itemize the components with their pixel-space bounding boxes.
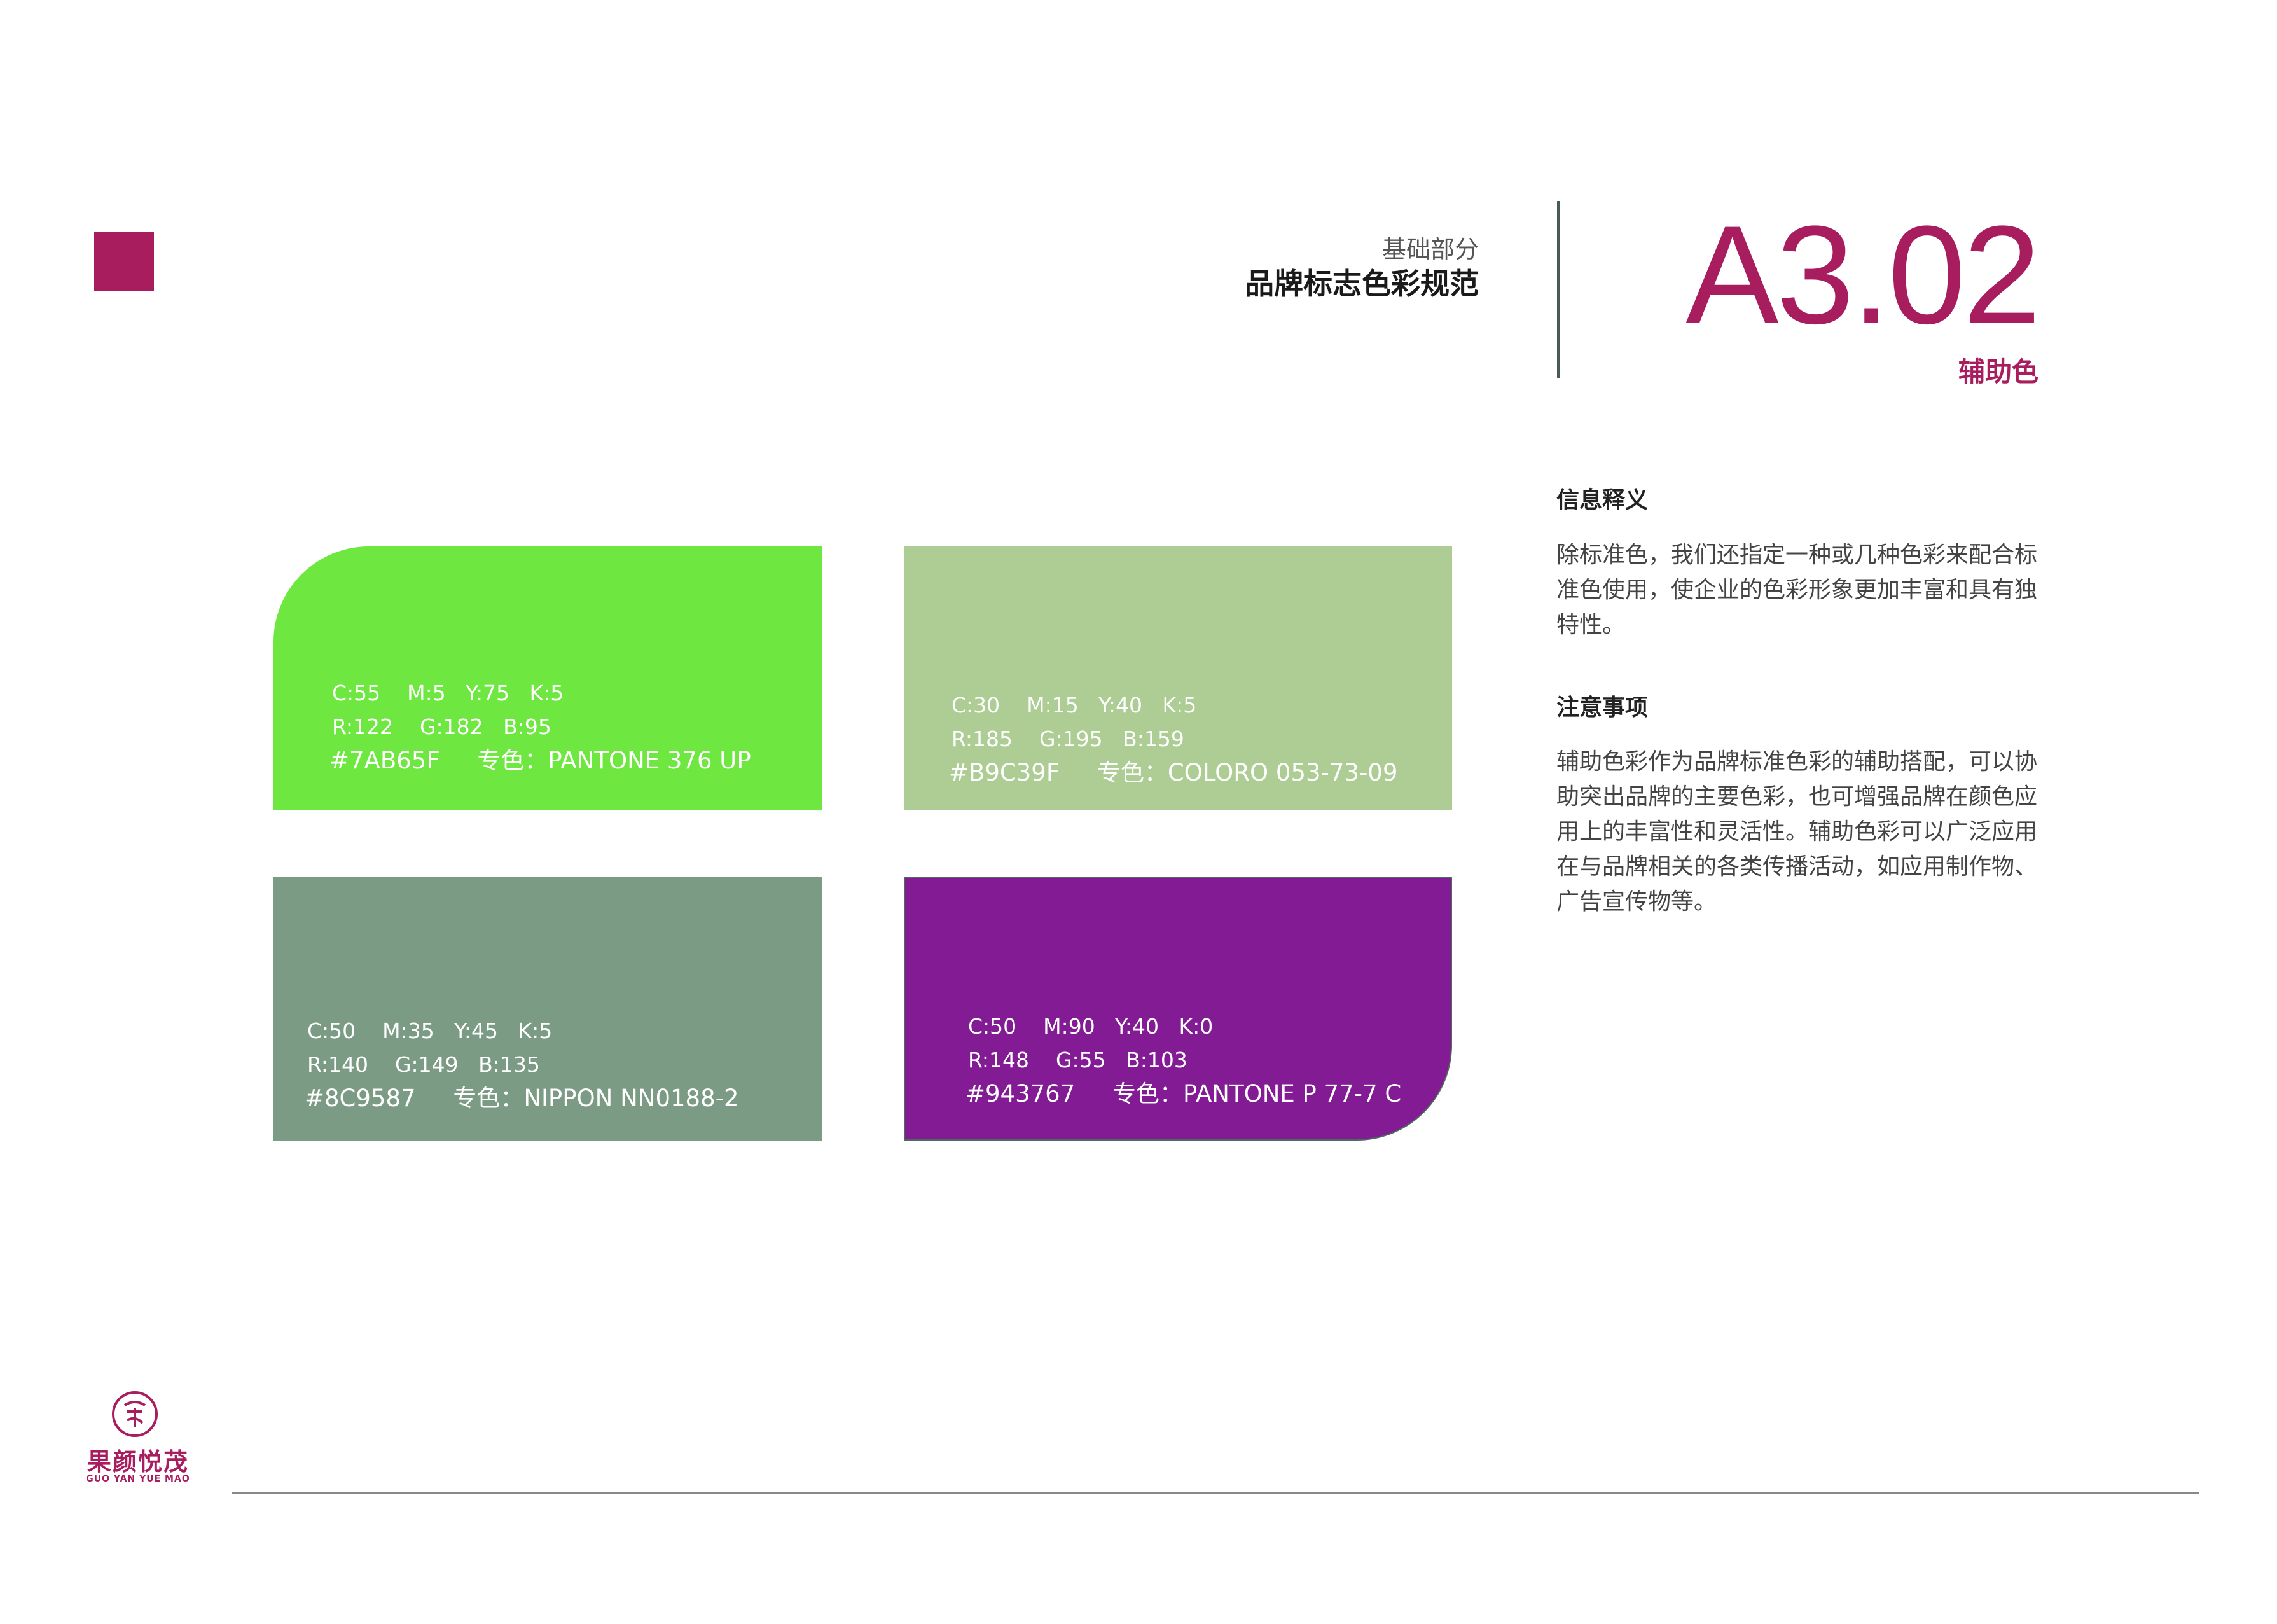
page-code: A3.02 [1685, 197, 2041, 353]
color-swatch-green: C:55 M:5 Y:75 K:5 R:122 G:182 B:95 #7AB6… [273, 546, 822, 810]
section-label: 基础部分 [1381, 235, 1479, 263]
swatch-rgb: R:148 G:55 B:103 [968, 1048, 1187, 1072]
swatch-hex-spot: #8C9587 专色：NIPPON NN0188-2 [305, 1085, 739, 1112]
info-heading-definition: 信息释义 [1556, 487, 1649, 513]
info-heading-notes: 注意事项 [1556, 695, 1649, 721]
color-swatch-sage: C:30 M:15 Y:40 K:5 R:185 G:195 B:159 #B9… [904, 546, 1452, 810]
brand-seal-icon [112, 1391, 158, 1437]
swatch-cmyk: C:50 M:90 Y:40 K:0 [968, 1014, 1214, 1039]
header-divider [1557, 201, 1560, 378]
swatch-rgb: R:122 G:182 B:95 [332, 714, 551, 739]
swatch-hex-spot: #B9C39F 专色：COLORO 053-73-09 [949, 759, 1398, 786]
corner-brand-square [94, 232, 154, 291]
swatch-hex-spot: #7AB65F 专色：PANTONE 376 UP [329, 747, 751, 774]
section-title: 品牌标志色彩规范 [1245, 267, 1479, 301]
swatch-cmyk: C:50 M:35 Y:45 K:5 [307, 1018, 553, 1043]
swatch-rgb: R:140 G:149 B:135 [307, 1052, 540, 1077]
footer-divider [232, 1492, 2199, 1494]
swatch-cmyk: C:55 M:5 Y:75 K:5 [332, 681, 564, 705]
swatch-hex-spot: #943767 专色：PANTONE P 77-7 C [965, 1080, 1402, 1107]
page-subtitle: 辅助色 [1958, 356, 2038, 387]
info-body-definition: 除标准色，我们还指定一种或几种色彩来配合标准色使用，使企业的色彩形象更加丰富和具… [1556, 542, 2038, 638]
swatch-rgb: R:185 G:195 B:159 [952, 726, 1184, 751]
brand-name-en: GUO YAN YUE MAO [86, 1474, 190, 1484]
swatch-cmyk: C:30 M:15 Y:40 K:5 [952, 693, 1197, 718]
color-swatch-purple: C:50 M:90 Y:40 K:0 R:148 G:55 B:103 #943… [904, 877, 1452, 1141]
info-body-notes: 辅助色彩作为品牌标准色彩的辅助搭配，可以协助突出品牌的主要色彩，也可增强品牌在颜… [1556, 749, 2038, 915]
brand-name-cn: 果颜悦茂 [87, 1448, 189, 1476]
color-swatch-gray-green: C:50 M:35 Y:45 K:5 R:140 G:149 B:135 #8C… [273, 877, 822, 1141]
